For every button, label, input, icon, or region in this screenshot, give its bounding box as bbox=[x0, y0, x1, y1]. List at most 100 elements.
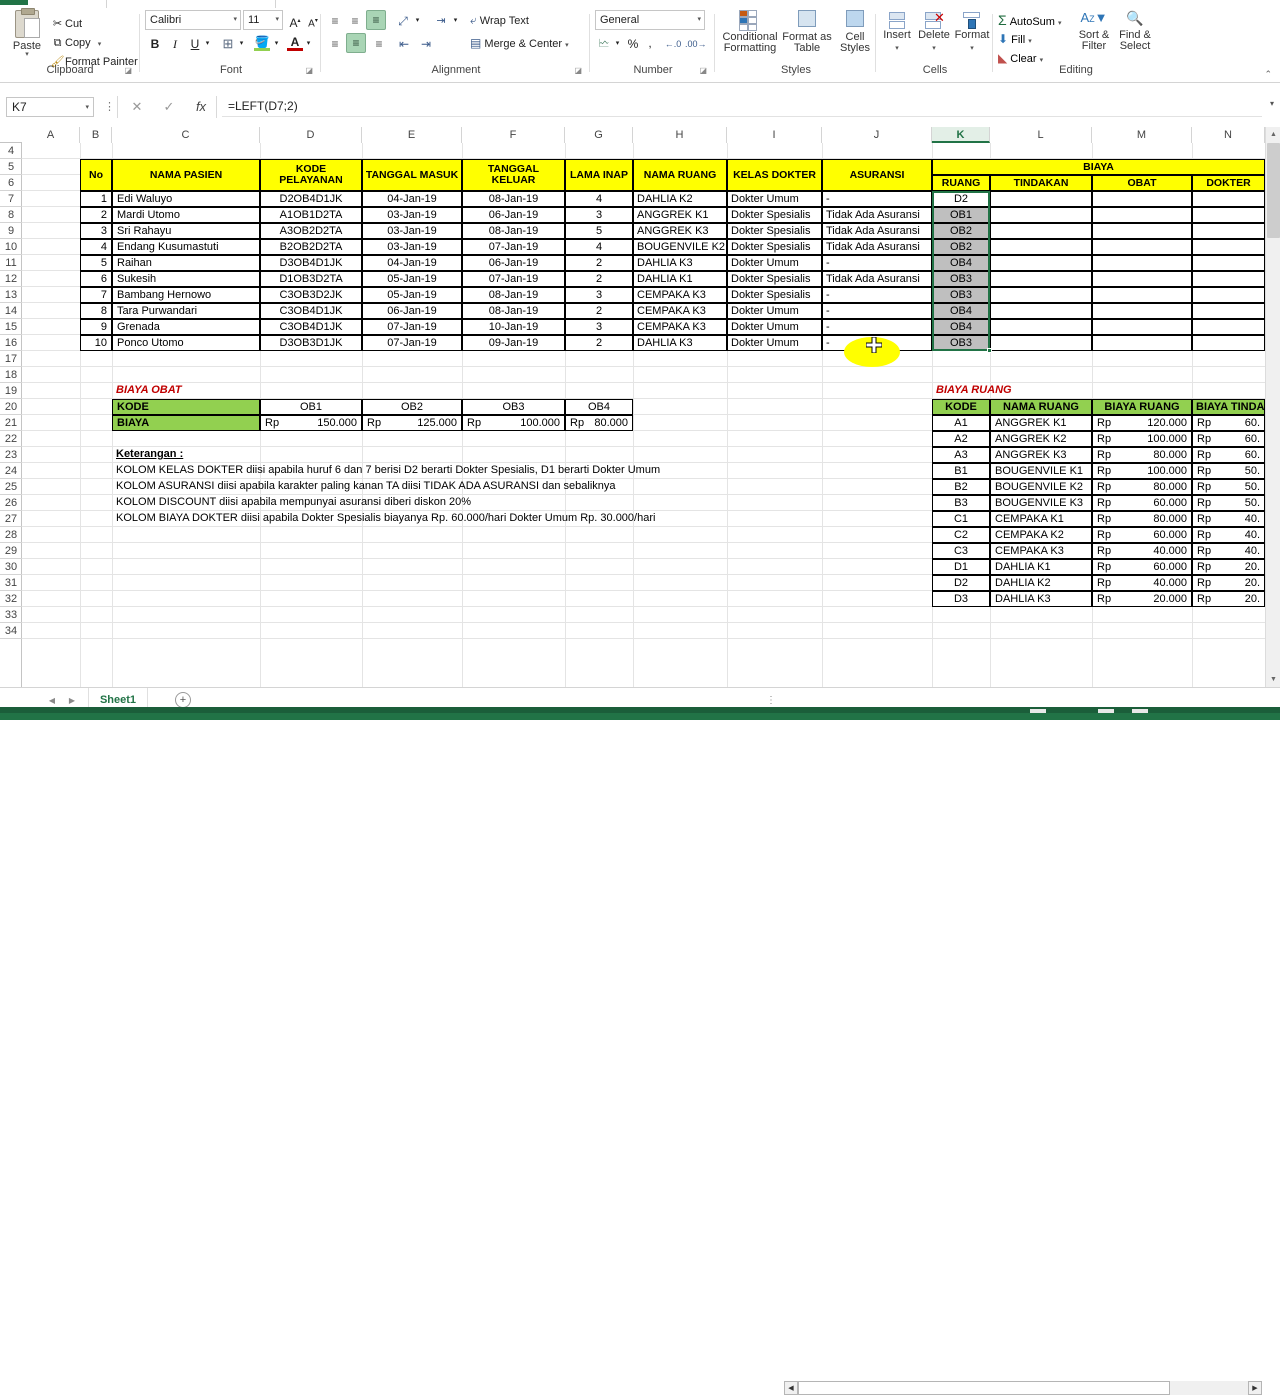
biaya-obat-code-OB3[interactable]: OB3 bbox=[462, 399, 565, 415]
cell-kelas-dokter-5[interactable]: Dokter Umum bbox=[727, 255, 822, 271]
row-header-14[interactable]: 14 bbox=[0, 303, 22, 319]
biaya-ruang-nama-A1[interactable]: ANGGREK K1 bbox=[990, 415, 1092, 431]
accounting-format-icon[interactable]: 🗠 bbox=[595, 34, 613, 52]
cell-biaya-ruang-4[interactable]: OB2 bbox=[932, 239, 990, 255]
cell-styles-button[interactable]: Cell Styles bbox=[834, 10, 876, 54]
percent-style-icon[interactable]: % bbox=[625, 34, 641, 52]
column-header-g[interactable]: G bbox=[565, 127, 633, 143]
cell-biaya-ruang-9[interactable]: OB4 bbox=[932, 319, 990, 335]
cell-biaya-tindakan-3[interactable] bbox=[990, 223, 1092, 239]
format-cells-button[interactable]: Format ▾ bbox=[953, 12, 991, 53]
row-header-7[interactable]: 7 bbox=[0, 191, 22, 207]
cell-no-6[interactable]: 6 bbox=[80, 271, 112, 287]
cell-biaya-ruang-2[interactable]: OB1 bbox=[932, 207, 990, 223]
rtl-text-direction-icon[interactable]: ⇥ bbox=[432, 11, 450, 29]
column-header-k[interactable]: K bbox=[932, 127, 990, 143]
cell-asuransi-9[interactable]: - bbox=[822, 319, 932, 335]
cell-asuransi-3[interactable]: Tidak Ada Asuransi bbox=[822, 223, 932, 239]
delete-cells-button[interactable]: ✕ Delete ▾ bbox=[915, 12, 953, 53]
row-header-26[interactable]: 26 bbox=[0, 495, 22, 511]
cell-no-8[interactable]: 8 bbox=[80, 303, 112, 319]
column-header-d[interactable]: D bbox=[260, 127, 362, 143]
cell-biaya-dokter-5[interactable] bbox=[1192, 255, 1265, 271]
align-right-icon[interactable]: ≡ bbox=[370, 34, 388, 52]
cell-tanggal-masuk-6[interactable]: 05-Jan-19 bbox=[362, 271, 462, 287]
cell-kelas-dokter-6[interactable]: Dokter Spesialis bbox=[727, 271, 822, 287]
column-header-n[interactable]: N bbox=[1192, 127, 1265, 143]
cell-kelas-dokter-2[interactable]: Dokter Spesialis bbox=[727, 207, 822, 223]
confirm-icon[interactable]: ✓ bbox=[156, 99, 182, 115]
biaya-ruang-kode-A2[interactable]: A2 bbox=[932, 431, 990, 447]
decrease-indent-icon[interactable]: ⇤ bbox=[394, 34, 414, 52]
cell-kelas-dokter-9[interactable]: Dokter Umum bbox=[727, 319, 822, 335]
text-direction-caret-icon[interactable]: ▾ bbox=[451, 13, 460, 27]
biaya-ruang-amount-D1[interactable]: Rp60.000 bbox=[1092, 559, 1192, 575]
biaya-obat-code-OB1[interactable]: OB1 bbox=[260, 399, 362, 415]
biaya-obat-amount-OB2[interactable]: Rp125.000 bbox=[362, 415, 462, 431]
alignment-dialog-launcher[interactable]: ◪ bbox=[574, 66, 582, 75]
cell-biaya-ruang-7[interactable]: OB3 bbox=[932, 287, 990, 303]
increase-decimal-icon[interactable]: ←.0 bbox=[663, 34, 683, 52]
row-header-4[interactable]: 4 bbox=[0, 143, 22, 159]
autosum-caret-icon[interactable]: ▾ bbox=[1058, 20, 1062, 27]
cell-biaya-dokter-9[interactable] bbox=[1192, 319, 1265, 335]
cell-nama-ruang-8[interactable]: CEMPAKA K3 bbox=[633, 303, 727, 319]
column-header-h[interactable]: H bbox=[633, 127, 727, 143]
paste-button[interactable]: Paste ▾ bbox=[6, 8, 48, 66]
cell-lama-inap-5[interactable]: 2 bbox=[565, 255, 633, 271]
cell-biaya-dokter-7[interactable] bbox=[1192, 287, 1265, 303]
cell-nama-pasien-10[interactable]: Ponco Utomo bbox=[112, 335, 260, 351]
cell-biaya-obat-1[interactable] bbox=[1092, 191, 1192, 207]
row-header-12[interactable]: 12 bbox=[0, 271, 22, 287]
main-header-nama-pasien[interactable]: NAMA PASIEN bbox=[112, 159, 260, 191]
cell-tanggal-keluar-1[interactable]: 08-Jan-19 bbox=[462, 191, 565, 207]
previous-sheet-icon[interactable]: ◀ bbox=[44, 694, 60, 708]
cell-kelas-dokter-10[interactable]: Dokter Umum bbox=[727, 335, 822, 351]
chevron-down-icon[interactable]: ▾ bbox=[233, 11, 237, 29]
cell-asuransi-4[interactable]: Tidak Ada Asuransi bbox=[822, 239, 932, 255]
biaya-subheader-tindakan[interactable]: TINDAKAN bbox=[990, 175, 1092, 191]
cell-no-4[interactable]: 4 bbox=[80, 239, 112, 255]
cell-tanggal-keluar-6[interactable]: 07-Jan-19 bbox=[462, 271, 565, 287]
cell-no-1[interactable]: 1 bbox=[80, 191, 112, 207]
merge-center-button[interactable]: ▤ Merge & Center ▾ bbox=[470, 34, 569, 52]
cell-asuransi-6[interactable]: Tidak Ada Asuransi bbox=[822, 271, 932, 287]
increase-indent-icon[interactable]: ⇥ bbox=[416, 34, 436, 52]
delete-caret-icon[interactable]: ▾ bbox=[932, 45, 936, 52]
cell-biaya-obat-4[interactable] bbox=[1092, 239, 1192, 255]
cell-biaya-dokter-4[interactable] bbox=[1192, 239, 1265, 255]
cell-biaya-ruang-3[interactable]: OB2 bbox=[932, 223, 990, 239]
biaya-tindakan-amount-A1[interactable]: Rp60. bbox=[1192, 415, 1265, 431]
cell-lama-inap-4[interactable]: 4 bbox=[565, 239, 633, 255]
accounting-caret-icon[interactable]: ▾ bbox=[613, 36, 622, 50]
italic-button[interactable]: I bbox=[167, 34, 183, 52]
cell-tanggal-keluar-3[interactable]: 08-Jan-19 bbox=[462, 223, 565, 239]
row-header-23[interactable]: 23 bbox=[0, 447, 22, 463]
biaya-ruang-amount-A2[interactable]: Rp100.000 bbox=[1092, 431, 1192, 447]
cell-nama-pasien-7[interactable]: Bambang Hernowo bbox=[112, 287, 260, 303]
cell-biaya-obat-9[interactable] bbox=[1092, 319, 1192, 335]
keterangan-line-4[interactable]: KOLOM BIAYA DOKTER diisi apabila Dokter … bbox=[112, 511, 1265, 527]
biaya-obat-code-OB2[interactable]: OB2 bbox=[362, 399, 462, 415]
main-header-tanggal-keluar[interactable]: TANGGAL KELUAR bbox=[462, 159, 565, 191]
biaya-subheader-obat[interactable]: OBAT bbox=[1092, 175, 1192, 191]
biaya-ruang-header-kode[interactable]: KODE bbox=[932, 399, 990, 415]
column-header-b[interactable]: B bbox=[80, 127, 112, 143]
keterangan-line-3[interactable]: KOLOM DISCOUNT diisi apabila mempunyai a… bbox=[112, 495, 1265, 511]
cell-lama-inap-9[interactable]: 3 bbox=[565, 319, 633, 335]
font-color-caret-icon[interactable]: ▾ bbox=[304, 36, 313, 50]
cell-nama-pasien-2[interactable]: Mardi Utomo bbox=[112, 207, 260, 223]
align-top-icon[interactable]: ≡ bbox=[326, 11, 344, 29]
cell-tanggal-keluar-8[interactable]: 08-Jan-19 bbox=[462, 303, 565, 319]
vertical-scroll-thumb[interactable] bbox=[1267, 143, 1280, 238]
cell-lama-inap-3[interactable]: 5 bbox=[565, 223, 633, 239]
biaya-ruang-nama-A3[interactable]: ANGGREK K3 bbox=[990, 447, 1092, 463]
cell-tanggal-masuk-7[interactable]: 05-Jan-19 bbox=[362, 287, 462, 303]
cell-tanggal-masuk-2[interactable]: 03-Jan-19 bbox=[362, 207, 462, 223]
row-header-9[interactable]: 9 bbox=[0, 223, 22, 239]
insert-caret-icon[interactable]: ▾ bbox=[895, 45, 899, 52]
biaya-ruang-title[interactable]: BIAYA RUANG bbox=[932, 383, 1092, 399]
cell-biaya-dokter-3[interactable] bbox=[1192, 223, 1265, 239]
format-caret-icon[interactable]: ▾ bbox=[970, 45, 974, 52]
biaya-ruang-kode-D2[interactable]: D2 bbox=[932, 575, 990, 591]
